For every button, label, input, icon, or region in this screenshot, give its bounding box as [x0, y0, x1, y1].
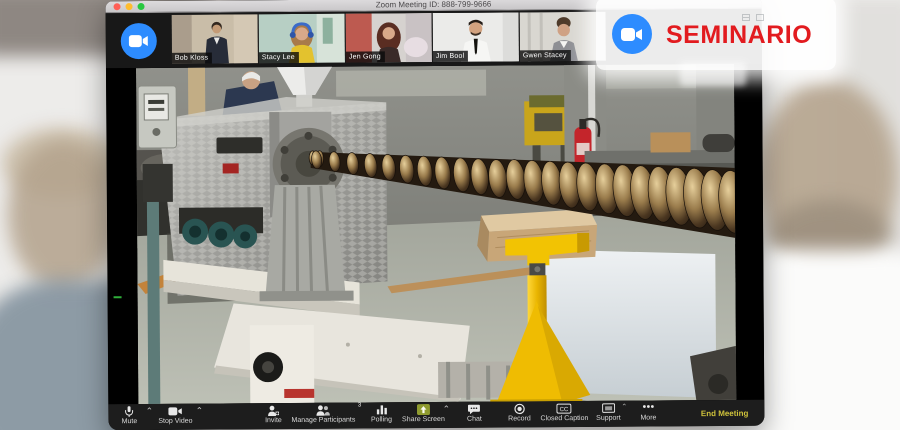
closed-caption-label: Closed Caption	[540, 415, 588, 422]
zoom-logo	[121, 22, 157, 58]
participant-thumbnail[interactable]: Bob Kloss	[172, 14, 258, 64]
promo-card: SEMINARIO	[596, 0, 836, 70]
video-options-chevron[interactable]: ⌃	[196, 407, 204, 415]
bar-chart-icon	[375, 404, 387, 415]
participant-name: Jen Gong	[346, 51, 385, 62]
participant-thumbnail[interactable]: Stacy Lee	[259, 14, 345, 64]
seminar-title: SEMINARIO	[666, 21, 812, 50]
invite-button[interactable]: Invite	[265, 405, 282, 424]
promo-mini-icons	[742, 14, 764, 21]
video-camera-icon	[621, 27, 643, 42]
svg-text:CC: CC	[560, 407, 569, 413]
stop-video-button[interactable]: Stop Video	[158, 406, 192, 425]
chat-label: Chat	[467, 416, 482, 423]
participant-name: Stacy Lee	[259, 52, 299, 63]
workshop-video-scene	[136, 64, 736, 404]
fullscreen-icon	[756, 14, 764, 21]
end-meeting-button[interactable]: End Meeting	[701, 400, 749, 426]
support-label: Support	[596, 415, 621, 422]
green-tick-mark	[114, 296, 122, 298]
invite-label: Invite	[265, 417, 282, 424]
zoom-logo	[612, 14, 652, 54]
support-options-chevron[interactable]: ⌃	[621, 404, 627, 412]
closed-caption-icon: CC	[557, 403, 572, 414]
record-icon	[514, 403, 525, 414]
chat-button[interactable]: Chat	[467, 404, 482, 423]
polling-button[interactable]: Polling	[371, 404, 392, 423]
polling-label: Polling	[371, 416, 392, 423]
stop-video-label: Stop Video	[158, 418, 192, 425]
video-camera-icon	[129, 33, 149, 47]
wooden-box	[650, 132, 690, 152]
closed-caption-button[interactable]: CC Closed Caption	[540, 403, 588, 422]
mute-label: Mute	[122, 418, 138, 425]
red-label	[284, 389, 314, 398]
machine-wheels	[179, 207, 263, 249]
support-screen-icon	[602, 403, 615, 414]
more-dots-icon	[641, 402, 655, 413]
record-label: Record	[508, 415, 531, 422]
manage-participants-label: Manage Participants	[292, 417, 356, 424]
invite-person-icon	[267, 405, 279, 416]
seminar-promo-screenshot: Zoom Meeting ID: 888-799-9666	[0, 0, 900, 430]
participants-icon	[316, 405, 331, 416]
background-pipe	[188, 68, 205, 116]
main-video	[106, 64, 764, 405]
participant-thumbnail[interactable]: Jim Bool	[433, 12, 519, 62]
participant-name: Jim Bool	[433, 51, 469, 62]
share-screen-icon	[417, 404, 430, 415]
gallery-view-icon	[742, 14, 750, 21]
share-screen-label: Share Screen	[402, 416, 445, 423]
mute-options-chevron[interactable]: ⌃	[146, 407, 154, 415]
participant-thumbnail[interactable]: Gwen Stacey	[520, 12, 606, 62]
participants-count-badge: 3	[358, 403, 361, 409]
video-camera-icon	[168, 406, 182, 417]
zoom-logo-tile	[106, 13, 172, 68]
chat-bubble-icon	[468, 404, 480, 415]
participant-thumbnail[interactable]: Jen Gong	[346, 13, 432, 63]
participant-name: Gwen Stacey	[520, 50, 571, 61]
microphone-icon	[125, 406, 134, 417]
more-button[interactable]: More	[640, 402, 656, 421]
manage-participants-button[interactable]: 3 Manage Participants	[291, 405, 355, 424]
background-left-person-head	[8, 140, 118, 290]
mute-button[interactable]: Mute	[122, 406, 138, 425]
support-bracket	[265, 185, 346, 296]
share-options-chevron[interactable]: ⌃	[443, 405, 451, 413]
support-button[interactable]: Support	[596, 403, 621, 422]
more-label: More	[640, 414, 656, 421]
meeting-toolbar: Mute ⌃ Stop Video ⌃ Invite	[108, 400, 764, 430]
participant-name: Bob Kloss	[172, 53, 212, 64]
record-button[interactable]: Record	[508, 403, 531, 422]
share-screen-button[interactable]: Share Screen	[402, 404, 445, 423]
